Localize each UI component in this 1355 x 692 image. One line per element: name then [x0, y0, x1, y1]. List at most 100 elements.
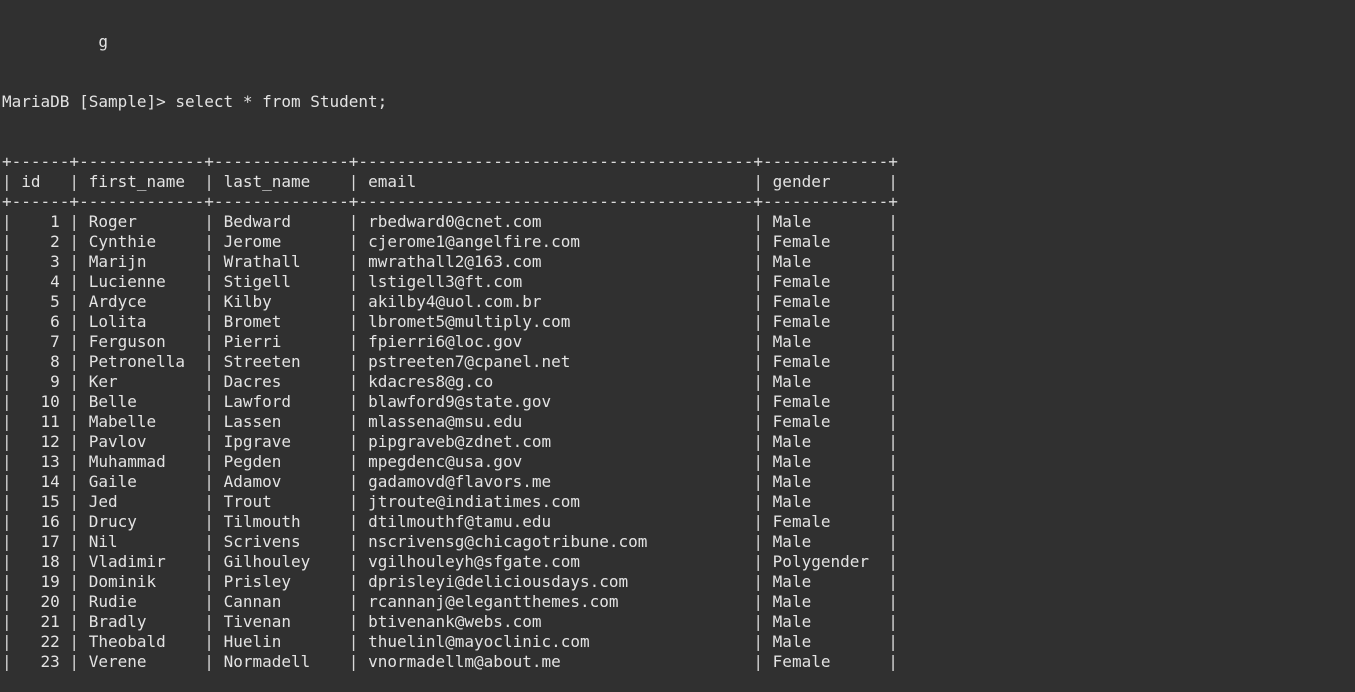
cell-gender: Male — [772, 432, 879, 451]
cell-last-name: Normadell — [223, 652, 340, 671]
cell-last-name: Jerome — [223, 232, 340, 251]
cell-email: vgilhouleyh@sfgate.com — [368, 552, 744, 571]
column-separator: | — [194, 252, 224, 271]
column-separator: | — [2, 452, 22, 471]
cell-first-name: Muhammad — [88, 452, 195, 471]
column-separator: | — [878, 432, 898, 451]
column-separator: | — [743, 632, 773, 651]
cell-last-name: Wrathall — [223, 252, 340, 271]
column-separator: | — [743, 432, 773, 451]
column-separator: | — [339, 452, 369, 471]
column-separator: | — [2, 372, 22, 391]
column-separator: | — [339, 652, 369, 671]
cell-first-name: Nil — [88, 532, 195, 551]
column-separator: | — [339, 552, 369, 571]
cell-first-name: Lucienne — [88, 272, 195, 291]
column-separator: | — [2, 392, 22, 411]
column-separator: | — [2, 312, 22, 331]
column-separator: | — [2, 592, 22, 611]
cell-gender: Male — [772, 532, 879, 551]
column-separator: | — [2, 492, 22, 511]
cell-id: 23 — [21, 652, 60, 671]
cell-first-name: Mabelle — [88, 412, 195, 431]
cell-email: pstreeten7@cpanel.net — [368, 352, 744, 371]
cell-first-name: Jed — [88, 492, 195, 511]
cell-gender: Female — [772, 392, 879, 411]
table-row: | 11 | Mabelle | Lassen | mlassena@msu.e… — [2, 412, 898, 432]
cell-gender: Female — [772, 292, 879, 311]
cell-first-name: Ker — [88, 372, 195, 391]
table-row: | 2 | Cynthie | Jerome | cjerome1@angelf… — [2, 232, 898, 252]
column-separator: | — [2, 552, 22, 571]
column-separator: | — [339, 532, 369, 551]
table-row: | 19 | Dominik | Prisley | dprisleyi@del… — [2, 572, 898, 592]
cell-first-name: Vladimir — [88, 552, 195, 571]
column-separator: | — [59, 472, 89, 491]
column-separator: | — [878, 392, 898, 411]
column-separator: | — [59, 272, 89, 291]
column-separator: | — [59, 292, 89, 311]
column-separator: | — [194, 452, 224, 471]
column-separator: | — [743, 292, 773, 311]
cell-last-name: Pegden — [223, 452, 340, 471]
table-row: | 7 | Ferguson | Pierri | fpierri6@loc.g… — [2, 332, 898, 352]
column-separator: | — [194, 472, 224, 491]
cell-id: 18 — [21, 552, 60, 571]
column-separator: | — [2, 172, 22, 191]
cell-gender: Female — [772, 312, 879, 331]
table-row: | 16 | Drucy | Tilmouth | dtilmouthf@tam… — [2, 512, 898, 532]
cell-first-name: Marijn — [88, 252, 195, 271]
cell-last-name: Lawford — [223, 392, 340, 411]
column-separator: | — [2, 432, 22, 451]
column-separator: | — [339, 612, 369, 631]
column-separator: | — [878, 472, 898, 491]
cell-email: thuelinl@mayoclinic.com — [368, 632, 744, 651]
cell-last-name: Lassen — [223, 412, 340, 431]
previous-output-line: g — [2, 32, 108, 51]
cell-gender: Female — [772, 272, 879, 291]
cell-first-name: Belle — [88, 392, 195, 411]
table-row: | 1 | Roger | Bedward | rbedward0@cnet.c… — [2, 212, 898, 232]
column-separator: | — [59, 652, 89, 671]
column-separator: | — [2, 332, 22, 351]
cell-last-name: Pierri — [223, 332, 340, 351]
column-separator: | — [339, 372, 369, 391]
column-separator: | — [878, 552, 898, 571]
cell-gender: Male — [772, 212, 879, 231]
cell-id: 17 — [21, 532, 60, 551]
table-row: | 5 | Ardyce | Kilby | akilby4@uol.com.b… — [2, 292, 898, 312]
header-email: email — [368, 172, 744, 191]
column-separator: | — [743, 452, 773, 471]
column-separator: | — [878, 252, 898, 271]
column-separator: | — [743, 552, 773, 571]
column-separator: | — [743, 532, 773, 551]
cell-email: jtroute@indiatimes.com — [368, 492, 744, 511]
column-separator: | — [339, 232, 369, 251]
column-separator: | — [878, 612, 898, 631]
table-row: | 15 | Jed | Trout | jtroute@indiatimes.… — [2, 492, 898, 512]
table-row: | 13 | Muhammad | Pegden | mpegdenc@usa.… — [2, 452, 898, 472]
cell-gender: Male — [772, 252, 879, 271]
column-separator: | — [194, 232, 224, 251]
column-separator: | — [878, 292, 898, 311]
table-header-border: +------+-------------+--------------+---… — [2, 192, 898, 211]
cell-gender: Male — [772, 632, 879, 651]
cell-id: 1 — [21, 212, 60, 231]
cell-id: 6 — [21, 312, 60, 331]
cell-email: rcannanj@elegantthemes.com — [368, 592, 744, 611]
cell-gender: Male — [772, 492, 879, 511]
column-separator: | — [339, 392, 369, 411]
column-separator: | — [339, 352, 369, 371]
column-separator: | — [743, 372, 773, 391]
column-separator: | — [878, 232, 898, 251]
cell-gender: Female — [772, 232, 879, 251]
column-separator: | — [743, 232, 773, 251]
column-separator: | — [339, 412, 369, 431]
cell-first-name: Bradly — [88, 612, 195, 631]
cell-gender: Female — [772, 412, 879, 431]
cell-first-name: Rudie — [88, 592, 195, 611]
cell-gender: Male — [772, 592, 879, 611]
column-separator: | — [194, 352, 224, 371]
column-separator: | — [2, 232, 22, 251]
column-separator: | — [2, 472, 22, 491]
